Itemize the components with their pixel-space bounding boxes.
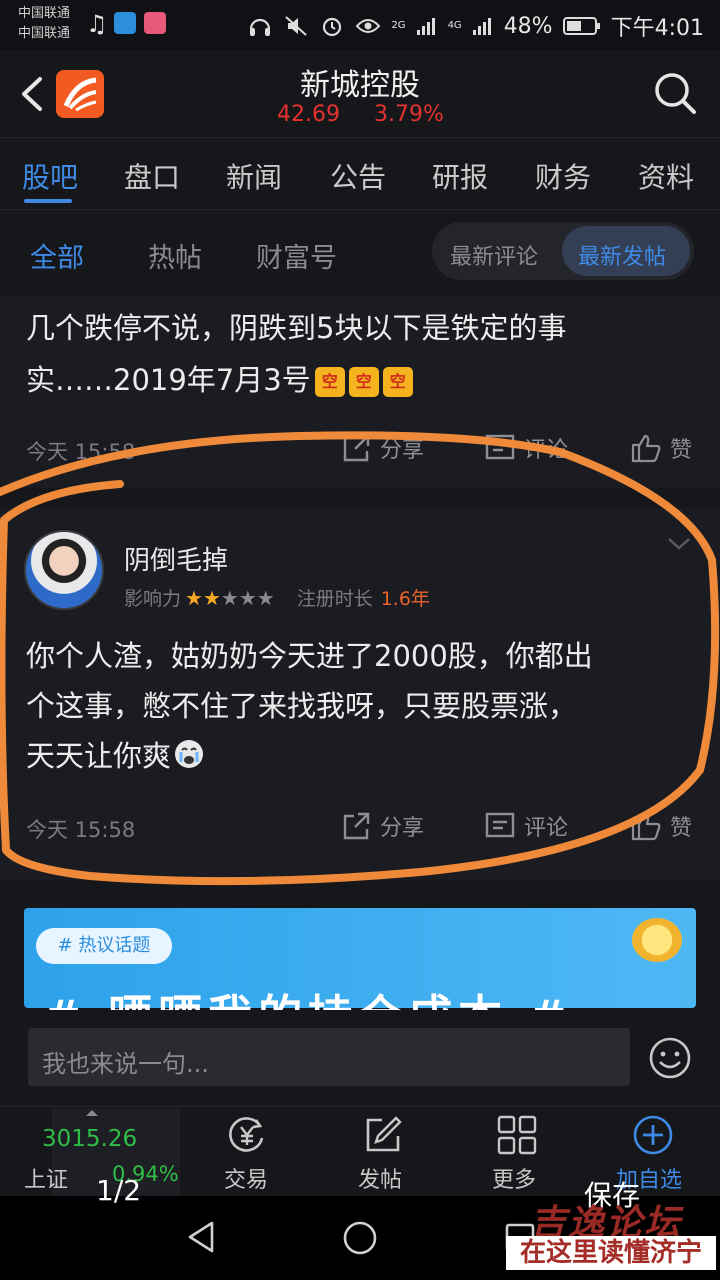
short-emoji: 空 (348, 367, 379, 397)
share-label: 分享 (380, 816, 425, 841)
topic-tag: # 热议话题 (36, 928, 172, 964)
share-icon (343, 434, 370, 462)
image-page-counter: 1/2 (96, 1174, 142, 1207)
subtab-all[interactable]: 全部 (30, 236, 84, 275)
short-emoji: 空 (314, 367, 345, 397)
tab-research[interactable]: 研报 (432, 156, 488, 196)
grid-more-icon[interactable] (496, 1114, 538, 1156)
share-label: 分享 (380, 438, 425, 463)
avatar[interactable] (24, 530, 104, 610)
comment-label: 评论 (524, 438, 569, 463)
thumbs-up-icon (631, 812, 661, 841)
tab-pankou[interactable]: 盘口 (124, 156, 180, 196)
comment-icon (485, 434, 515, 460)
like-button[interactable]: 赞 (630, 432, 692, 464)
carrier-2: 中国联通 (18, 26, 71, 41)
tab-announcements[interactable]: 公告 (330, 156, 386, 196)
nav-post[interactable]: 发帖 (358, 1162, 402, 1194)
subtab-hot[interactable]: 热帖 (148, 236, 202, 275)
compose-icon[interactable] (362, 1114, 404, 1156)
registration-value: 1.6年 (380, 588, 430, 610)
signal-4g-label: 4G (447, 20, 462, 31)
index-value: 3015.26 (42, 1126, 138, 1152)
trade-yen-icon[interactable] (226, 1114, 268, 1156)
tab-profile[interactable]: 资料 (638, 156, 694, 196)
comment-icon (485, 812, 515, 838)
add-circle-icon[interactable] (632, 1114, 674, 1156)
stock-header: 新城控股 42.69 3.79% (0, 50, 720, 138)
crying-emoji-icon (175, 740, 204, 768)
registration-label: 注册时长 (296, 588, 373, 610)
stock-change: 3.79% (374, 102, 444, 127)
share-icon (343, 812, 370, 840)
system-home-icon[interactable] (342, 1220, 378, 1256)
mute-icon (285, 16, 308, 36)
signal-icon-2 (472, 18, 491, 35)
system-back-icon[interactable] (186, 1220, 216, 1254)
battery-icon (562, 17, 600, 35)
thumbs-up-icon (631, 434, 661, 463)
nav-more[interactable]: 更多 (492, 1162, 536, 1194)
sort-latest-comment[interactable]: 最新评论 (450, 239, 538, 271)
comment-button[interactable]: 评论 (484, 432, 568, 464)
influence-label: 影响力 (124, 588, 182, 610)
star-empty-icon: ★ (238, 585, 257, 610)
star-filled-icon: ★ (185, 585, 203, 610)
share-button[interactable]: 分享 (340, 810, 424, 842)
headset-icon (250, 18, 271, 36)
nav-trade[interactable]: 交易 (224, 1162, 268, 1194)
eye-icon (356, 19, 381, 33)
index-name: 上证 (24, 1168, 69, 1193)
app-notification-icon (144, 12, 166, 34)
username[interactable]: 阴倒毛掉 (124, 540, 228, 577)
tab-finance[interactable]: 财务 (535, 156, 591, 196)
shield-app-icon (114, 12, 136, 34)
short-emoji: 空 (382, 367, 413, 397)
post-text-line: 实……2019年7月3号空空空 (26, 358, 413, 402)
post-time: 今天 15:58 (26, 440, 136, 464)
battery-percent: 48% (503, 13, 553, 39)
share-button[interactable]: 分享 (340, 432, 424, 464)
influence-stars: ★★★★★ (185, 586, 275, 610)
watermark-slogan: 在这里读懂济宁 (506, 1236, 716, 1270)
active-tab-underline (24, 199, 72, 203)
user-stats: 影响力 ★★★★★ 注册时长 1.6年 (124, 584, 430, 611)
star-empty-icon: ★ (220, 585, 239, 610)
status-bar: 中国联通 中国联通 ♫ 2G 4G 48% 下午4:01 (0, 0, 720, 50)
page-title: 新城控股 (300, 68, 420, 103)
post-text-line: 你个人渣，姑奶奶今天进了2000股，你都出 (26, 639, 593, 673)
main-tabs: 股吧 盘口 新闻 公告 研报 财务 资料 (0, 138, 720, 210)
comment-input[interactable]: 我也来说一句... (28, 1028, 630, 1086)
stock-price: 42.69 (277, 102, 340, 127)
clock: 下午4:01 (610, 16, 704, 41)
emoji-picker-icon[interactable] (648, 1036, 692, 1080)
signal-icon (416, 18, 435, 35)
sort-latest-post[interactable]: 最新发帖 (578, 239, 666, 271)
tab-news[interactable]: 新闻 (226, 156, 282, 196)
post-text-segment: 实……2019年7月3号 (26, 363, 311, 397)
star-empty-icon: ★ (256, 585, 275, 610)
comment-label: 评论 (524, 816, 569, 841)
post-time: 今天 15:58 (26, 818, 136, 842)
signal-2g-label: 2G (391, 20, 406, 31)
post-text-line: 天天让你爽 (26, 734, 205, 778)
post-text-line: 个这事，憋不住了来找我呀，只要股票涨， (26, 689, 578, 723)
tab-guba[interactable]: 股吧 (22, 156, 78, 196)
post-text-segment: 天天让你爽 (26, 739, 172, 773)
like-label: 赞 (670, 816, 693, 841)
chevron-down-icon[interactable] (666, 536, 692, 552)
post-text-line: 几个跌停不说，阴跌到5块以下是铁定的事 (26, 311, 567, 345)
like-button[interactable]: 赞 (630, 810, 692, 842)
subtab-wealth[interactable]: 财富号 (256, 236, 337, 275)
like-label: 赞 (670, 438, 693, 463)
coin-icon (632, 918, 682, 962)
caret-up-icon (86, 1110, 98, 1116)
star-filled-icon: ★ (202, 585, 221, 610)
music-icon: ♫ (86, 10, 108, 38)
search-icon[interactable] (652, 70, 698, 116)
alarm-icon (323, 17, 342, 37)
carrier-1: 中国联通 (18, 6, 71, 21)
comment-button[interactable]: 评论 (484, 810, 568, 842)
